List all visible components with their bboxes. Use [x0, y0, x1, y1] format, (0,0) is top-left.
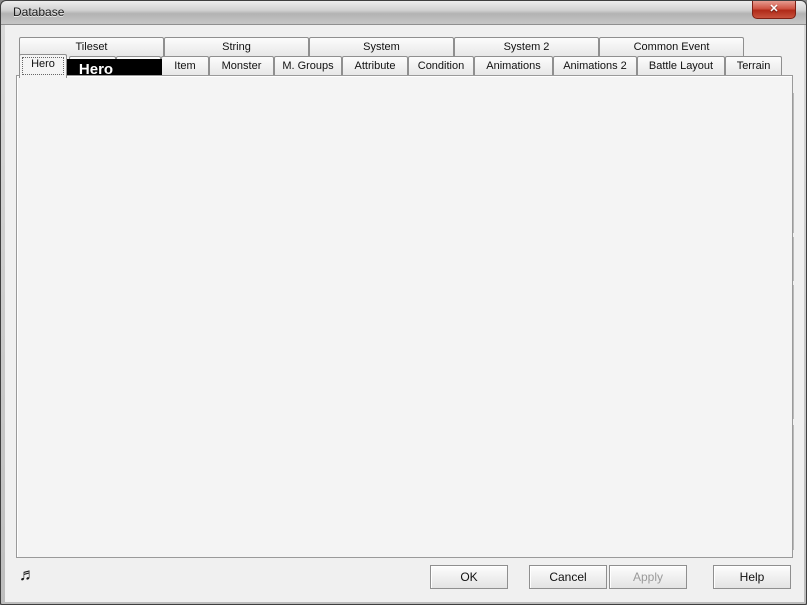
dialog-client-area: Tileset String System System 2 Common Ev…	[5, 25, 804, 602]
tab-monster[interactable]: Monster	[209, 56, 274, 76]
close-icon: ✕	[769, 3, 778, 15]
tab-string[interactable]: String	[164, 37, 309, 57]
apply-button[interactable]: Apply	[609, 565, 687, 589]
hero-tab-panel	[16, 75, 793, 558]
tab-system-2[interactable]: System 2	[454, 37, 599, 57]
database-dialog: Database ✕ Tileset String System System …	[0, 0, 807, 605]
music-note-icon: ♬	[19, 565, 36, 585]
tab-animations[interactable]: Animations	[474, 56, 553, 76]
window-title: Database	[13, 5, 64, 19]
help-button[interactable]: Help	[713, 565, 791, 589]
title-bar[interactable]: Database ✕	[1, 1, 806, 25]
ok-button[interactable]: OK	[430, 565, 508, 589]
cancel-button[interactable]: Cancel	[529, 565, 607, 589]
tab-m-groups[interactable]: M. Groups	[274, 56, 342, 76]
tab-system[interactable]: System	[309, 37, 454, 57]
tab-attribute[interactable]: Attribute	[342, 56, 408, 76]
tab-terrain[interactable]: Terrain	[725, 56, 782, 76]
tab-common-event[interactable]: Common Event	[599, 37, 744, 57]
tab-condition[interactable]: Condition	[408, 56, 474, 76]
tab-battle-layout[interactable]: Battle Layout	[637, 56, 725, 76]
tab-animations-2[interactable]: Animations 2	[553, 56, 637, 76]
close-button[interactable]: ✕	[752, 1, 796, 19]
tab-item[interactable]: Item	[161, 56, 209, 76]
tab-hero[interactable]: Hero	[19, 54, 67, 78]
